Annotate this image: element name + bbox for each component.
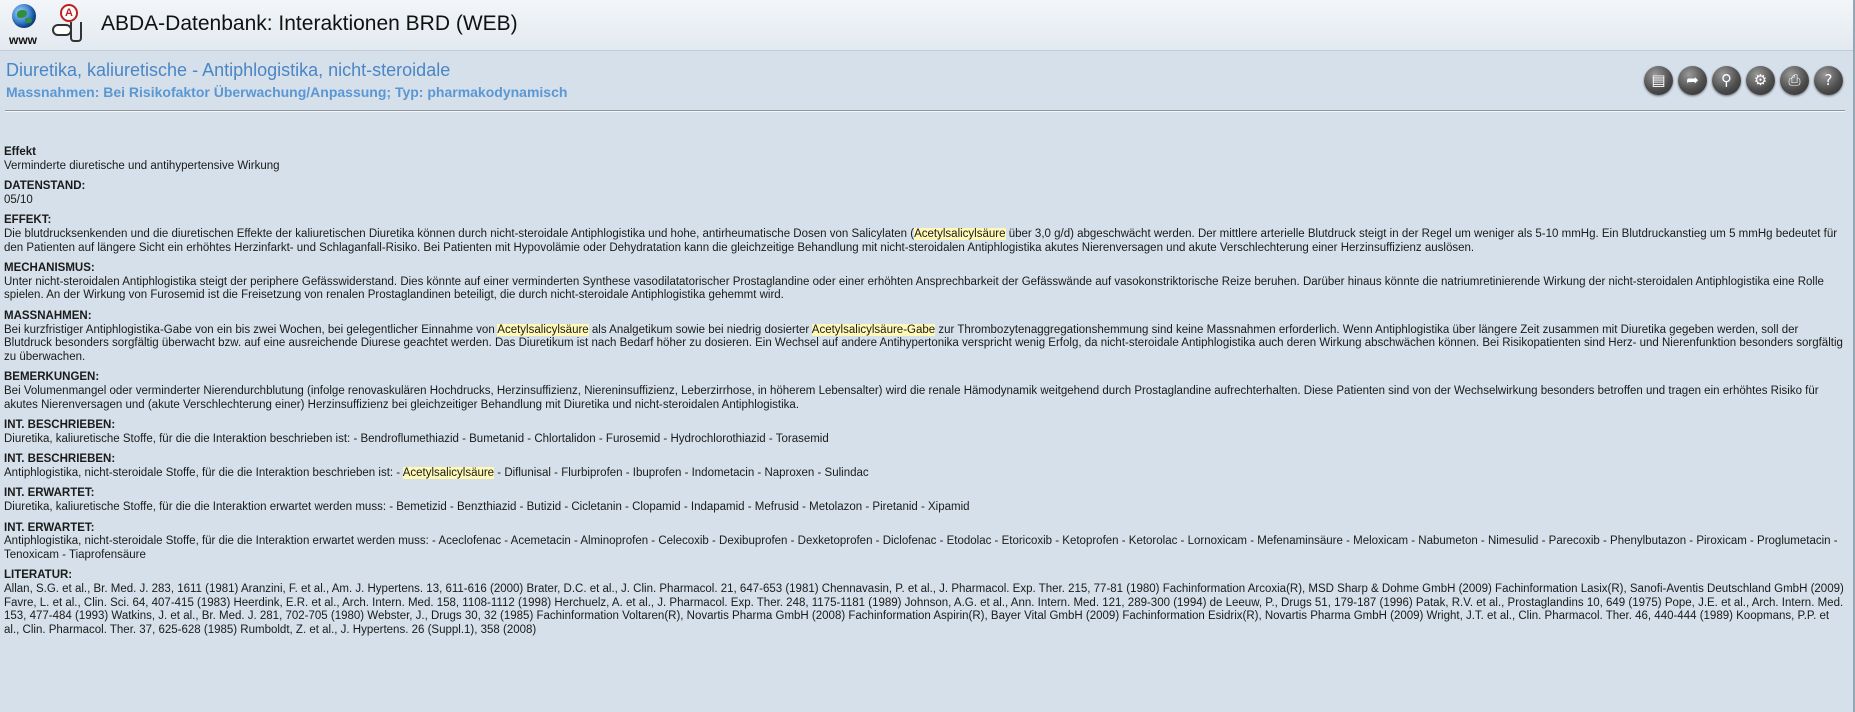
interaction-content: Effekt Verminderte diuretische und antih… — [4, 146, 1846, 644]
section-bemerkungen: BEMERKUNGEN: Bei Volumenmangel oder verm… — [4, 371, 1846, 412]
section-text: Allan, S.G. et al., Br. Med. J. 283, 161… — [4, 583, 1844, 636]
section-label: INT. ERWARTET: — [4, 487, 95, 500]
search-icon[interactable]: ⚲ — [1712, 66, 1741, 95]
pill-icon — [52, 24, 72, 36]
section-int-beschrieben-antiphlogistika: INT. BESCHRIEBEN: Antiphlogistika, nicht… — [4, 453, 1846, 480]
text-run: Die blutdrucksenkenden und die diuretisc… — [4, 227, 915, 240]
section-label: MASSNAHMEN: — [4, 309, 92, 322]
text-run: Antiphlogistika, nicht-steroidale Stoffe… — [4, 466, 403, 479]
section-int-erwartet-diuretika: INT. ERWARTET: Diuretika, kaliuretische … — [4, 487, 1846, 514]
help-icon[interactable]: ? — [1814, 66, 1843, 95]
globe-icon — [12, 4, 36, 28]
text-run: als Analgetikum sowie bei niedrig dosier… — [588, 323, 812, 336]
section-int-beschrieben-diuretika: INT. BESCHRIEBEN: Diuretika, kaliuretisc… — [4, 419, 1846, 446]
abda-logo-icon[interactable]: A — [50, 4, 86, 46]
document-header: Diuretika, kaliuretische - Antiphlogisti… — [0, 50, 1855, 114]
section-datenstand: DATENSTAND: 05/10 — [4, 180, 1846, 207]
document-title: Diuretika, kaliuretische - Antiphlogisti… — [6, 60, 451, 80]
text-run: - Diflunisal - Flurbiprofen - Ibuprofen … — [494, 466, 869, 479]
print-icon[interactable]: ⎙ — [1780, 66, 1809, 95]
toolbar: ▤ ➦ ⚲ ⚙ ⎙ ? — [1644, 66, 1843, 95]
abda-badge-icon: A — [60, 4, 78, 22]
section-text: Die blutdrucksenkenden und die diuretisc… — [4, 227, 1846, 255]
header-divider — [5, 110, 1845, 112]
section-text: Bei kurzfristiger Antiphlogistika-Gabe v… — [4, 323, 1846, 365]
section-label: INT. BESCHRIEBEN: — [4, 419, 116, 432]
section-text: Diuretika, kaliuretische Stoffe, für die… — [4, 432, 829, 445]
clipboard-icon[interactable]: ▤ — [1644, 66, 1673, 95]
section-label: BEMERKUNGEN: — [4, 371, 100, 384]
document-subtitle: Massnahmen: Bei Risikofaktor Überwachung… — [6, 84, 568, 100]
section-text: Verminderte diuretische und antihyperten… — [4, 159, 280, 172]
export-icon[interactable]: ➦ — [1678, 66, 1707, 95]
app-title: ABDA-Datenbank: Interaktionen BRD (WEB) — [101, 12, 518, 35]
section-effekt: EFFEKT: Die blutdrucksenkenden und die d… — [4, 214, 1846, 255]
highlighted-term: Acetylsalicylsäure — [497, 323, 589, 336]
glass-icon — [70, 22, 82, 42]
highlighted-term: Acetylsalicylsäure — [402, 466, 495, 479]
section-label: INT. BESCHRIEBEN: — [4, 453, 116, 466]
section-label: MECHANISMUS: — [4, 262, 95, 275]
section-mechanismus: MECHANISMUS: Unter nicht-steroidalen Ant… — [4, 262, 1846, 303]
section-label: LITERATUR: — [4, 569, 73, 582]
section-effekt-short: Effekt Verminderte diuretische und antih… — [4, 146, 1846, 173]
section-text: Antiphlogistika, nicht-steroidale Stoffe… — [4, 466, 1846, 481]
section-label: EFFEKT: — [4, 214, 52, 227]
section-label: INT. ERWARTET: — [4, 521, 95, 534]
highlighted-term: Acetylsalicylsäure-Gabe — [811, 323, 936, 336]
www-globe-icon[interactable]: www — [6, 2, 40, 48]
section-text: Diuretika, kaliuretische Stoffe, für die… — [4, 501, 970, 514]
tree-icon[interactable]: ⚙ — [1746, 66, 1775, 95]
section-text: 05/10 — [4, 193, 33, 206]
section-massnahmen: MASSNAHMEN: Bei kurzfristiger Antiphlogi… — [4, 310, 1846, 364]
section-int-erwartet-antiphlogistika: INT. ERWARTET: Antiphlogistika, nicht-st… — [4, 522, 1846, 563]
section-text: Antiphlogistika, nicht-steroidale Stoffe… — [4, 535, 1838, 561]
section-text: Bei Volumenmangel oder verminderter Nier… — [4, 384, 1819, 411]
section-literatur: LITERATUR: Allan, S.G. et al., Br. Med. … — [4, 569, 1846, 637]
section-text: Unter nicht-steroidalen Antiphlogistika … — [4, 275, 1824, 302]
section-label: Effekt — [4, 146, 36, 158]
text-run: Bei kurzfristiger Antiphlogistika-Gabe v… — [4, 323, 498, 336]
highlighted-term: Acetylsalicylsäure — [914, 227, 1006, 240]
top-bar: www A ABDA-Datenbank: Interaktionen BRD … — [0, 0, 1855, 51]
section-label: DATENSTAND: — [4, 180, 86, 193]
www-label: www — [8, 33, 37, 47]
